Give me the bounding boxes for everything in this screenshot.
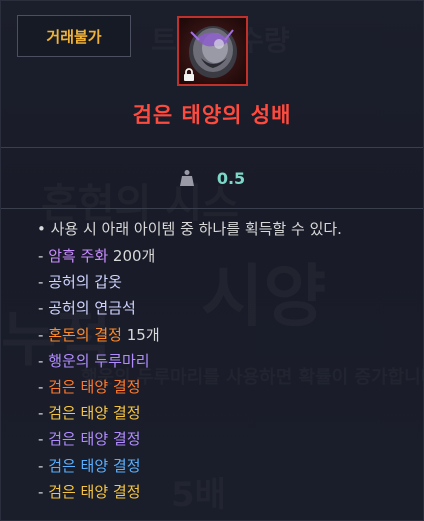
- reward-name: 검은 태양 결정: [48, 430, 141, 449]
- reward-name: 암흑 주화: [48, 247, 109, 265]
- reward-name: 공허의 갑옷: [48, 273, 122, 292]
- list-dash: -: [38, 482, 49, 501]
- list-dash: -: [38, 456, 49, 475]
- reward-name: 검은 태양 결정: [48, 404, 141, 423]
- reward-quantity: 200개: [108, 247, 156, 265]
- bullet-dot: •: [37, 220, 51, 238]
- item-icon: [177, 16, 248, 86]
- reward-item: - 행운의 두루마리: [38, 348, 423, 374]
- reward-item: - 검은 태양 결정: [38, 374, 423, 400]
- lock-icon: [184, 68, 194, 81]
- reward-item: - 공허의 갑옷: [38, 269, 423, 295]
- reward-name: 검은 태양 결정: [48, 456, 141, 475]
- tooltip-body: • 사용 시 아래 아이템 중 하나를 획득할 수 있다. - 암흑 주화 20…: [1, 209, 423, 505]
- reward-item: - 검은 태양 결정: [38, 479, 423, 505]
- weight-value: 0.5: [216, 168, 246, 188]
- list-dash: -: [38, 247, 49, 265]
- item-description: • 사용 시 아래 아이템 중 하나를 획득할 수 있다.: [37, 220, 342, 238]
- list-dash: -: [38, 378, 49, 397]
- reward-name: 혼돈의 결정: [48, 325, 122, 344]
- reward-item: - 검은 태양 결정: [38, 453, 423, 479]
- reward-item: - 혼돈의 결정 15개: [38, 322, 423, 348]
- reward-list: - 암흑 주화 200개 - 공허의 갑옷 - 공허의 연금석 - 혼돈의 결정 15…: [38, 243, 423, 505]
- reward-name: 검은 태양 결정: [48, 378, 141, 397]
- trade-restriction-badge: 거래불가: [17, 15, 131, 57]
- weight-icon: [179, 170, 194, 186]
- item-tooltip: 트렌드 수량 혼현의 시스 시양 누적 행운의 두루마리를 사용하면 확률이 증…: [0, 0, 424, 521]
- tooltip-header: 거래불가 검은 태양의 성배: [1, 1, 423, 148]
- reward-item: - 공허의 연금석: [38, 295, 423, 321]
- reward-item: - 검은 태양 결정: [38, 426, 423, 452]
- list-dash: -: [38, 404, 49, 423]
- reward-name: 공허의 연금석: [48, 299, 136, 318]
- list-dash: -: [38, 299, 49, 318]
- reward-name: 행운의 두루마리: [48, 351, 150, 370]
- list-dash: -: [38, 430, 49, 449]
- list-dash: -: [38, 273, 49, 292]
- reward-item: - 암흑 주화 200개: [38, 243, 423, 269]
- reward-item: - 검은 태양 결정: [38, 400, 423, 426]
- item-name: 검은 태양의 성배: [132, 103, 292, 127]
- reward-quantity: 15개: [121, 325, 160, 344]
- list-dash: -: [38, 351, 49, 370]
- reward-name: 검은 태양 결정: [48, 482, 141, 501]
- weight-row: 0.5: [1, 148, 423, 209]
- list-dash: -: [38, 325, 49, 344]
